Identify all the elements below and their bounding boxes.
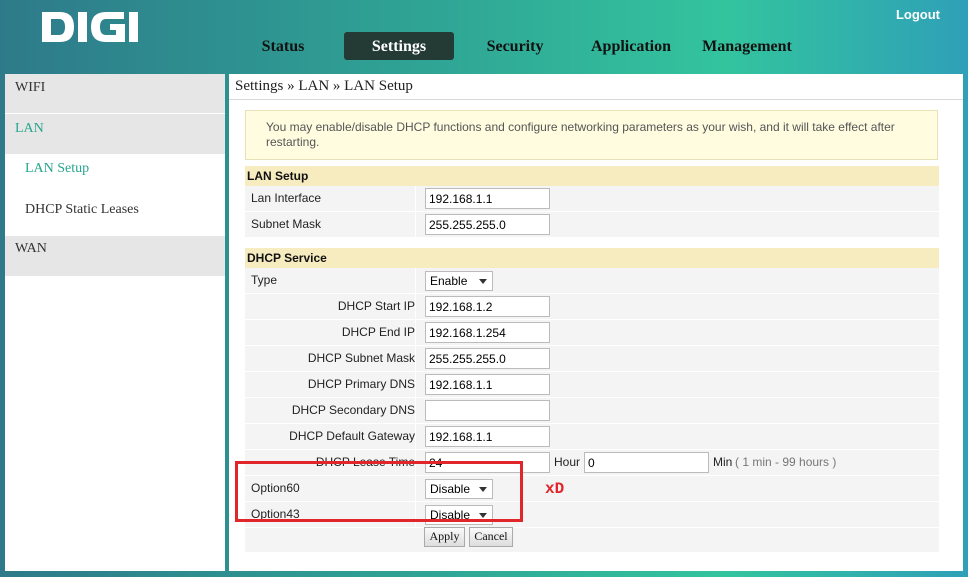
sidebar-item-lan[interactable]: LAN [5, 114, 225, 154]
dhcp-type-select[interactable]: Enable [425, 271, 493, 291]
nav-application[interactable]: Application [585, 32, 677, 60]
breadcrumb: Settings » LAN » LAN Setup [235, 78, 413, 94]
min-unit-label: Min [713, 455, 733, 469]
sidebar-item-wan[interactable]: WAN [5, 236, 225, 276]
form-row: Subnet Mask [245, 212, 939, 238]
field-label: DHCP Subnet Mask [245, 346, 416, 371]
sidebar: WIFI LAN LAN Setup DHCP Static Leases WA… [5, 74, 225, 571]
field-label: Type [245, 268, 416, 293]
lan-setup-section: LAN Setup Lan Interface Subnet Mask [245, 166, 939, 238]
breadcrumb-divider [229, 99, 963, 100]
form-row: Lan Interface [245, 186, 939, 212]
sidebar-item-wifi[interactable]: WIFI [5, 74, 225, 114]
annotation-text: xD [545, 480, 565, 498]
lease-minutes-input[interactable] [584, 452, 709, 473]
sidebar-item-lan-setup[interactable]: LAN Setup [5, 154, 225, 195]
dhcp-end-ip-input[interactable] [425, 322, 550, 343]
section-title: LAN Setup [245, 166, 939, 186]
logout-link[interactable]: Logout [896, 7, 940, 22]
nav-status[interactable]: Status [248, 32, 318, 60]
chevron-down-icon [479, 279, 487, 284]
sidebar-item-dhcp-static-leases[interactable]: DHCP Static Leases [5, 195, 225, 236]
field-label: DHCP Primary DNS [245, 372, 416, 397]
cancel-button[interactable]: Cancel [469, 527, 513, 547]
field-label: DHCP Default Gateway [245, 424, 416, 449]
highlight-annotation-box [235, 461, 523, 522]
lease-range-hint: ( 1 min - 99 hours ) [735, 455, 837, 469]
field-label: Subnet Mask [245, 212, 416, 237]
field-label: Lan Interface [245, 186, 416, 211]
section-title: DHCP Service [245, 248, 939, 268]
lan-interface-input[interactable] [425, 188, 550, 209]
dhcp-default-gateway-input[interactable] [425, 426, 550, 447]
dhcp-secondary-dns-input[interactable] [425, 400, 550, 421]
dhcp-subnet-mask-input[interactable] [425, 348, 550, 369]
field-label: DHCP End IP [245, 320, 416, 345]
nav-management[interactable]: Management [700, 32, 794, 60]
field-label: DHCP Secondary DNS [245, 398, 416, 423]
nav-settings[interactable]: Settings [344, 32, 454, 60]
apply-button[interactable]: Apply [424, 527, 465, 547]
main-nav: Status Settings Security Application Man… [0, 32, 968, 62]
info-notice: You may enable/disable DHCP functions an… [245, 110, 938, 160]
hour-unit-label: Hour [554, 455, 581, 469]
dhcp-start-ip-input[interactable] [425, 296, 550, 317]
field-label: DHCP Start IP [245, 294, 416, 319]
nav-security[interactable]: Security [476, 32, 554, 60]
subnet-mask-input[interactable] [425, 214, 550, 235]
dhcp-primary-dns-input[interactable] [425, 374, 550, 395]
